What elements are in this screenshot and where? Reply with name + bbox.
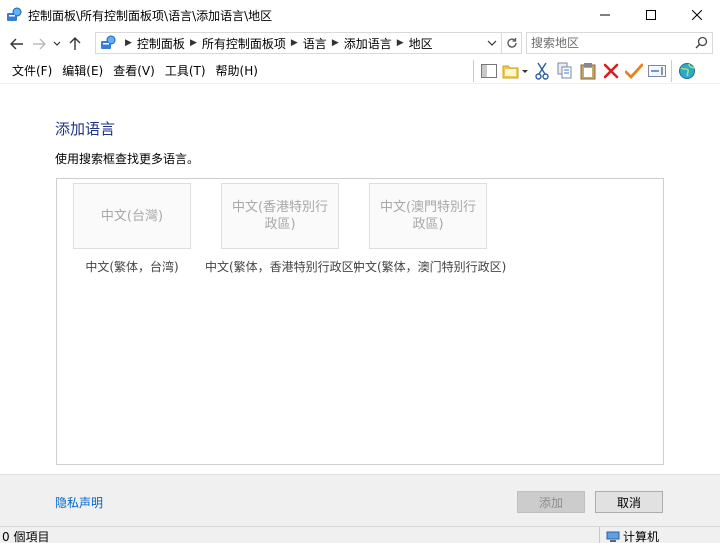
arrow-up-icon xyxy=(69,36,81,50)
region-caption: 中文(繁体，澳门特别行政区) xyxy=(353,260,507,274)
properties-button[interactable] xyxy=(622,59,645,83)
minimize-button[interactable] xyxy=(582,0,628,30)
maximize-icon xyxy=(646,10,656,20)
minimize-icon xyxy=(600,14,610,16)
breadcrumb-separator-icon[interactable]: ▶ xyxy=(397,38,404,48)
address-row: ▶ 控制面板 ▶ 所有控制面板项 ▶ 语言 ▶ 添加语言 ▶ 地区 xyxy=(0,30,720,57)
region-tile-label: 中文(香港特別行政區) xyxy=(221,183,339,249)
checkmark-icon xyxy=(624,63,643,79)
menu-file[interactable]: 文件(F) xyxy=(0,62,57,79)
breadcrumb-control-panel[interactable]: 控制面板 xyxy=(137,35,185,52)
search-icon[interactable] xyxy=(695,36,708,49)
rename-icon xyxy=(647,64,666,77)
delete-icon xyxy=(603,63,618,78)
recent-locations-button[interactable] xyxy=(50,33,64,55)
forward-button[interactable] xyxy=(28,33,50,55)
toolbar-divider xyxy=(473,59,474,82)
preview-pane-button[interactable] xyxy=(477,59,500,83)
window-title: 控制面板\所有控制面板项\语言\添加语言\地区 xyxy=(28,8,273,23)
region-list[interactable]: 中文(台灣) 中文(繁体，台湾) 中文(香港特別行政區) 中文(繁体，香港特别行… xyxy=(56,178,664,465)
refresh-icon xyxy=(506,38,517,48)
rename-button[interactable] xyxy=(645,59,668,83)
toolbar-divider xyxy=(671,59,672,82)
close-icon xyxy=(692,10,702,20)
control-panel-icon xyxy=(7,7,22,21)
paste-button[interactable] xyxy=(576,59,599,83)
cut-button[interactable] xyxy=(530,59,553,83)
search-input[interactable] xyxy=(531,36,691,50)
status-bar: 0 個項目 计算机 xyxy=(0,526,720,543)
region-tile-hongkong[interactable]: 中文(香港特別行政區) 中文(繁体，香港特别行政区) xyxy=(205,183,358,274)
status-divider xyxy=(599,527,600,543)
scissors-icon xyxy=(534,62,549,80)
delete-button[interactable] xyxy=(599,59,622,83)
chevron-down-icon[interactable] xyxy=(487,37,497,49)
cancel-button[interactable]: 取消 xyxy=(595,491,663,513)
instruction-text: 使用搜索框查找更多语言。 xyxy=(55,152,200,166)
computer-icon xyxy=(606,531,620,542)
arrow-right-icon xyxy=(33,38,46,49)
breadcrumb-separator-icon[interactable]: ▶ xyxy=(190,38,197,48)
control-panel-icon xyxy=(101,35,116,49)
breadcrumb-add-language[interactable]: 添加语言 xyxy=(344,35,392,52)
back-button[interactable] xyxy=(6,33,28,55)
clipboard-icon xyxy=(580,62,595,79)
breadcrumb-separator-icon[interactable]: ▶ xyxy=(332,38,339,48)
address-bar[interactable]: ▶ 控制面板 ▶ 所有控制面板项 ▶ 语言 ▶ 添加语言 ▶ 地区 xyxy=(95,32,502,54)
region-caption: 中文(繁体，台湾) xyxy=(85,260,179,274)
breadcrumb-region[interactable]: 地区 xyxy=(409,35,433,52)
folder-button[interactable] xyxy=(500,59,530,83)
footer-bar: 隐私声明 添加 取消 xyxy=(0,474,720,526)
arrow-left-icon xyxy=(10,38,23,49)
copy-button[interactable] xyxy=(553,59,576,83)
main-content: 添加语言 使用搜索框查找更多语言。 中文(台灣) 中文(繁体，台湾) 中文(香港… xyxy=(0,84,720,474)
refresh-button[interactable] xyxy=(502,32,522,54)
close-button[interactable] xyxy=(674,0,720,30)
region-tile-label: 中文(澳門特別行政區) xyxy=(369,183,487,249)
preview-pane-icon xyxy=(480,63,497,78)
add-button[interactable]: 添加 xyxy=(517,491,585,513)
region-tile-taiwan[interactable]: 中文(台灣) 中文(繁体，台湾) xyxy=(57,183,202,274)
breadcrumb-separator-icon[interactable]: ▶ xyxy=(291,38,298,48)
globe-icon xyxy=(678,62,695,79)
title-bar: 控制面板\所有控制面板项\语言\添加语言\地区 xyxy=(0,0,720,30)
copy-icon xyxy=(557,62,571,78)
region-tile-label: 中文(台灣) xyxy=(73,183,191,249)
privacy-link[interactable]: 隐私声明 xyxy=(55,494,103,511)
breadcrumb-language[interactable]: 语言 xyxy=(303,35,327,52)
menu-edit[interactable]: 编辑(E) xyxy=(57,62,108,79)
toolbar xyxy=(470,57,698,84)
globe-button[interactable] xyxy=(675,59,698,83)
folder-icon xyxy=(502,65,528,78)
search-box[interactable] xyxy=(526,32,713,54)
item-count: 0 個項目 xyxy=(2,530,50,543)
breadcrumb-separator-icon[interactable]: ▶ xyxy=(125,38,132,48)
page-title: 添加语言 xyxy=(55,120,116,138)
computer-label: 计算机 xyxy=(623,530,660,543)
region-tile-macau[interactable]: 中文(澳門特別行政區) 中文(繁体，澳门特别行政区) xyxy=(353,183,506,274)
menu-bar: 文件(F) 编辑(E) 查看(V) 工具(T) 帮助(H) xyxy=(0,57,720,84)
maximize-button[interactable] xyxy=(628,0,674,30)
chevron-down-icon xyxy=(53,41,61,46)
breadcrumb-all-items[interactable]: 所有控制面板项 xyxy=(202,35,286,52)
region-caption: 中文(繁体，香港特别行政区) xyxy=(205,260,359,274)
menu-tools[interactable]: 工具(T) xyxy=(160,62,211,79)
menu-help[interactable]: 帮助(H) xyxy=(211,62,263,79)
status-computer: 计算机 xyxy=(606,528,659,543)
up-button[interactable] xyxy=(64,33,86,55)
menu-view[interactable]: 查看(V) xyxy=(108,62,160,79)
